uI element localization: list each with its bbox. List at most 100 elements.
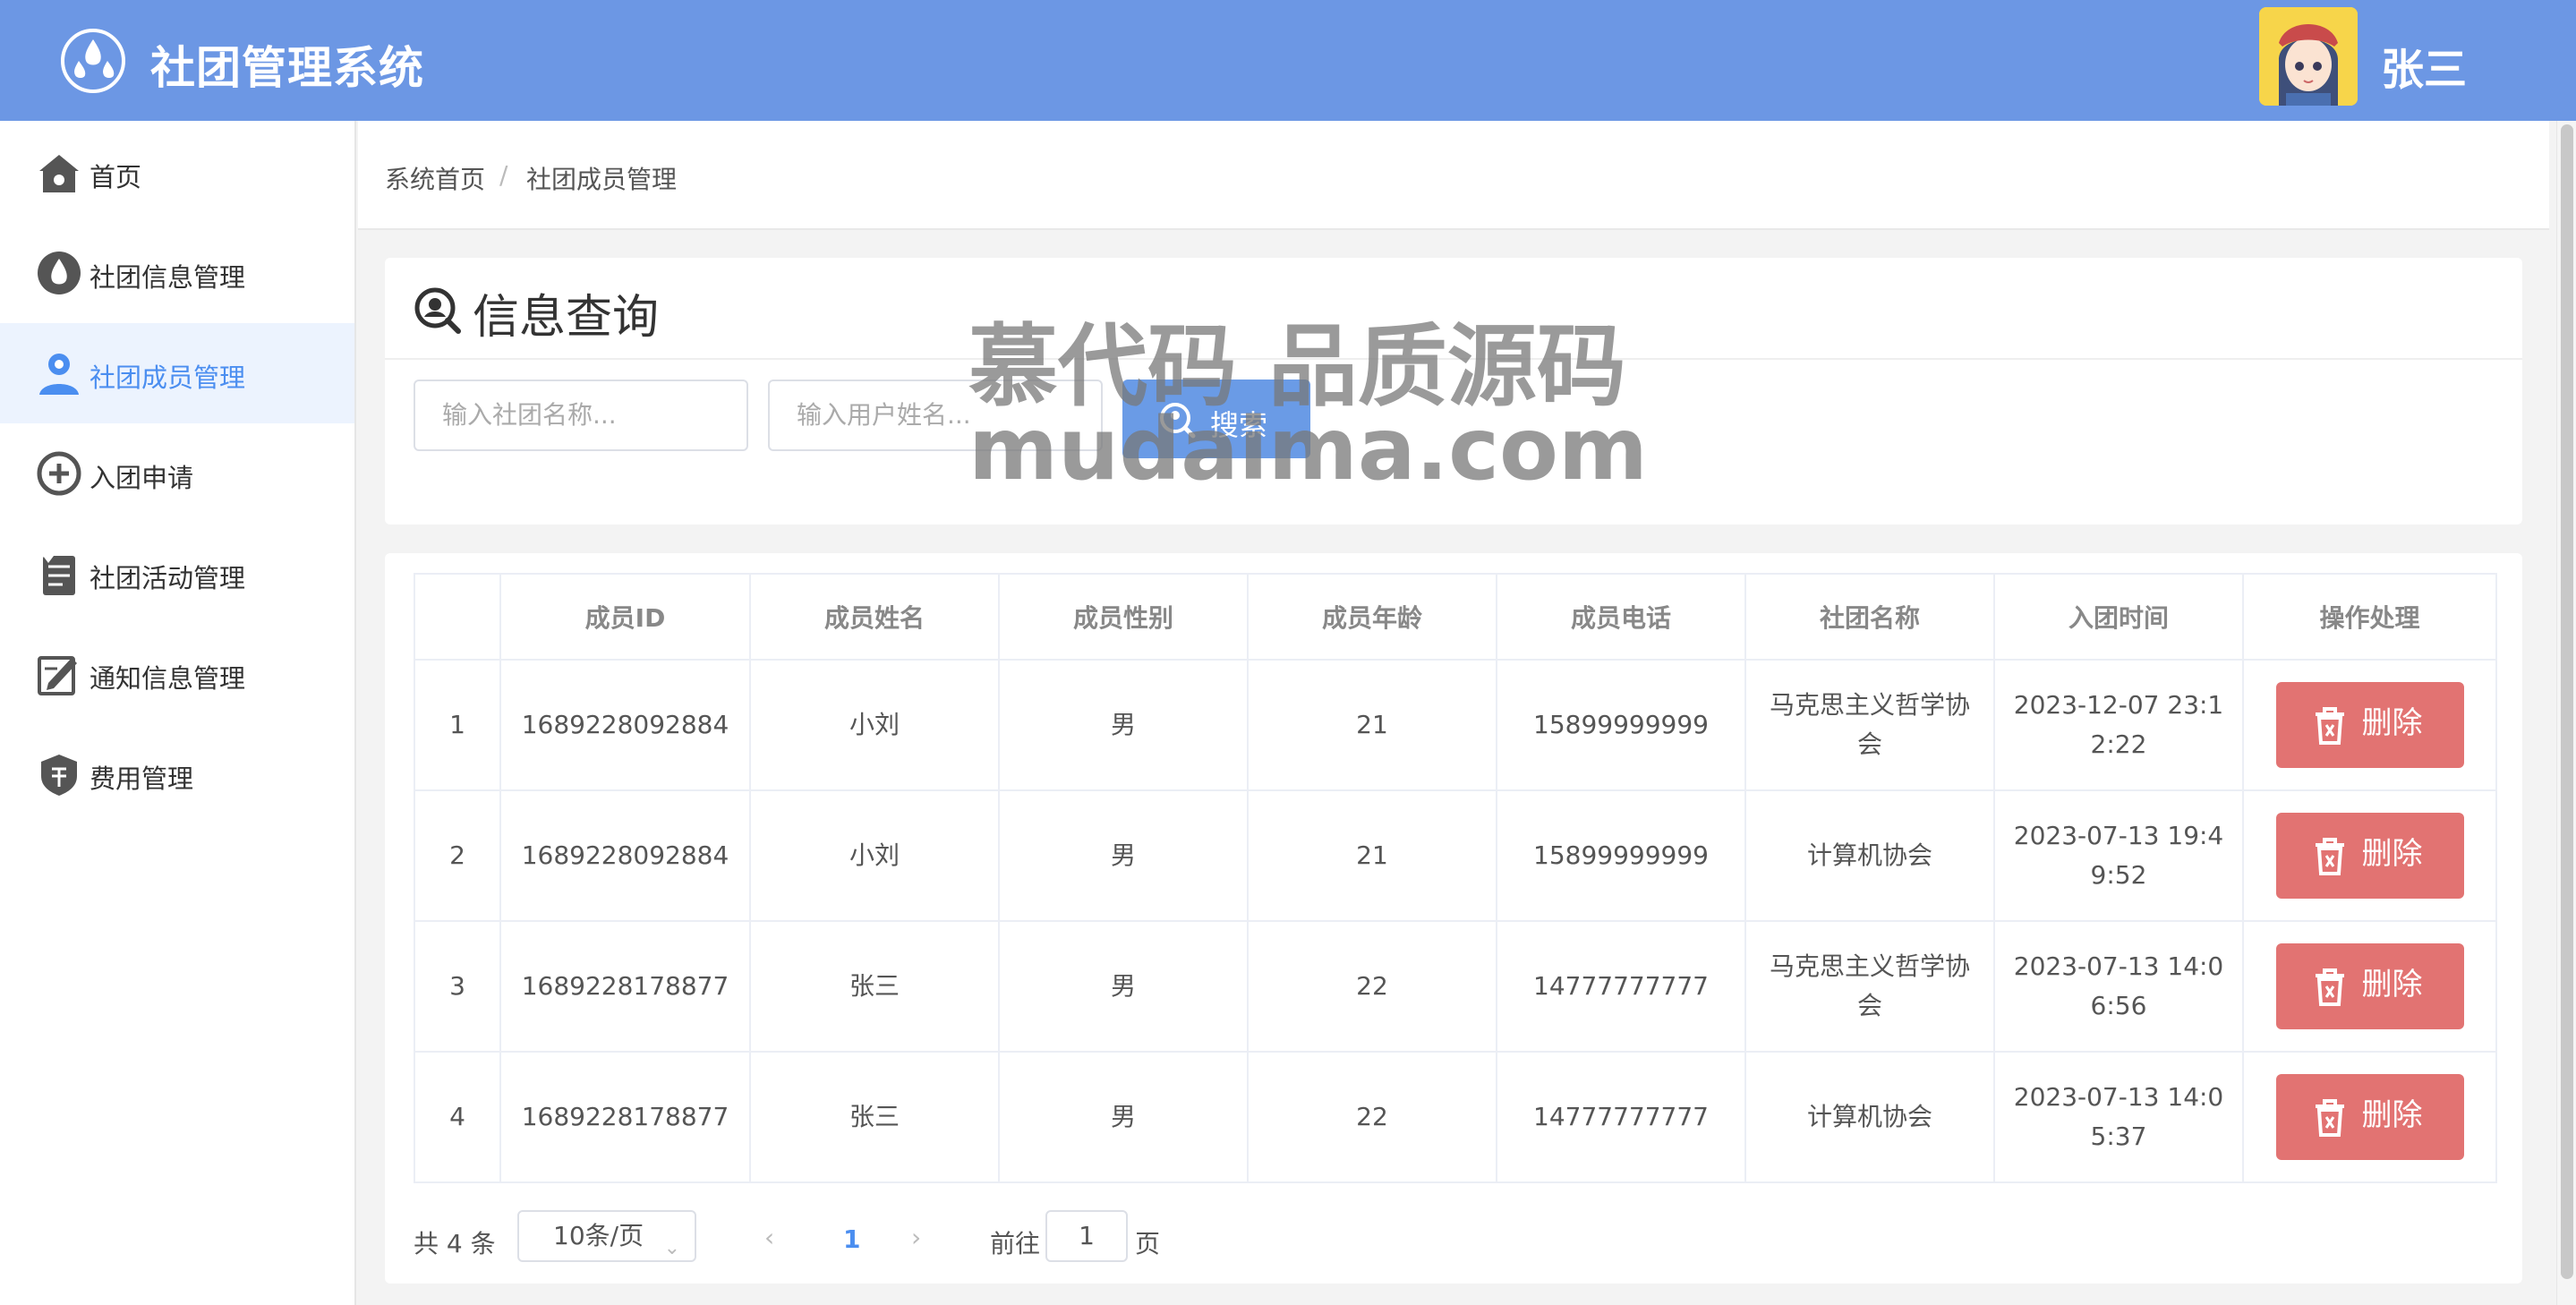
user-icon — [39, 354, 79, 395]
join-time: 2023-12-07 23:12:22 — [1993, 659, 2244, 791]
avatar[interactable] — [2259, 7, 2358, 106]
row-index: 4 — [414, 1051, 501, 1183]
chevron-down-icon: ⌄ — [663, 1237, 680, 1259]
trash-icon — [2315, 838, 2344, 875]
sidebar-item-home[interactable]: 首页 — [0, 123, 354, 223]
sidebar-item-label: 通知信息管理 — [90, 663, 246, 694]
top-header: 社团管理系统 张三 — [0, 0, 2576, 121]
column-header: 成员姓名 — [749, 573, 1000, 661]
sidebar-item-label: 社团活动管理 — [90, 563, 246, 593]
goto-page-input[interactable]: 1 — [1045, 1210, 1128, 1262]
member-name: 张三 — [749, 920, 1000, 1053]
column-header: 成员性别 — [998, 573, 1249, 661]
member-gender: 男 — [998, 920, 1249, 1053]
delete-button[interactable]: 删除 — [2275, 1074, 2464, 1160]
sidebar-item-fees[interactable]: 费用管理 — [0, 724, 354, 824]
sidebar-item-label: 入团申请 — [90, 463, 194, 493]
sidebar-item-club-activities[interactable]: 社团活动管理 — [0, 524, 354, 624]
scrollbar[interactable] — [2556, 121, 2576, 1305]
sidebar-item-club-info[interactable]: 社团信息管理 — [0, 223, 354, 323]
member-id: 1689228178877 — [499, 920, 751, 1053]
page-number-current[interactable]: 1 — [843, 1224, 860, 1254]
member-name: 小刘 — [749, 659, 1000, 791]
actions-cell: 删除 — [2242, 920, 2497, 1053]
delete-button[interactable]: 删除 — [2275, 682, 2464, 768]
clipboard-icon — [43, 556, 75, 595]
member-gender: 男 — [998, 1051, 1249, 1183]
member-age: 21 — [1247, 789, 1497, 922]
join-time-text: 2023-07-13 14:05:37 — [2013, 1082, 2224, 1151]
member-name: 张三 — [749, 1051, 1000, 1183]
column-header: 操作处理 — [2242, 573, 2497, 661]
panel-title: 信息查询 — [473, 291, 660, 345]
edit-note-icon — [38, 656, 77, 695]
app-title: 社团管理系统 — [150, 42, 424, 94]
member-phone: 14777777777 — [1496, 920, 1746, 1053]
trash-icon — [2315, 1099, 2344, 1137]
sidebar-item-notices[interactable]: 通知信息管理 — [0, 624, 354, 724]
row-index: 3 — [414, 920, 501, 1053]
member-id: 1689228092884 — [499, 659, 751, 791]
member-id: 1689228178877 — [499, 1051, 751, 1183]
member-age: 21 — [1247, 659, 1497, 791]
delete-button-label: 删除 — [2361, 967, 2423, 1002]
join-time-text: 2023-07-13 19:49:52 — [2013, 821, 2224, 890]
column-header: 入团时间 — [1993, 573, 2244, 661]
table-row: 2 1689228092884 小刘 男 21 15899999999 计算机协… — [414, 789, 2497, 922]
breadcrumb-home[interactable]: 系统首页 — [385, 160, 485, 196]
username[interactable]: 张三 — [2381, 34, 2467, 97]
prev-page-icon[interactable]: ‹ — [764, 1223, 774, 1252]
delete-button-label: 删除 — [2361, 705, 2423, 741]
search-icon — [414, 287, 461, 334]
member-age: 22 — [1247, 920, 1497, 1053]
goto-label: 前往 — [990, 1229, 1041, 1258]
page-size-select[interactable]: 10条/页 ⌄ — [517, 1210, 696, 1262]
club-name: 计算机协会 — [1744, 1051, 1995, 1183]
actions-cell: 删除 — [2242, 1051, 2497, 1183]
pagination: 共 4 条 10条/页 ⌄ ‹ 1 › 前往 1 页 — [414, 1210, 1309, 1264]
pagination-total: 共 4 条 — [414, 1229, 496, 1258]
delete-button[interactable]: 删除 — [2275, 813, 2464, 899]
column-header: 成员年龄 — [1247, 573, 1497, 661]
member-id: 1689228092884 — [499, 789, 751, 922]
sidebar-item-label: 费用管理 — [90, 763, 194, 794]
join-time: 2023-07-13 14:06:56 — [1993, 920, 2244, 1053]
actions-cell: 删除 — [2242, 789, 2497, 922]
club-name-input[interactable]: 输入社团名称... — [414, 380, 748, 451]
join-time: 2023-07-13 19:49:52 — [1993, 789, 2244, 922]
breadcrumb-separator: / — [499, 160, 508, 190]
delete-button-label: 删除 — [2361, 1097, 2423, 1133]
club-name-text: 马克思主义哲学协会 — [1769, 951, 1970, 1020]
sidebar-item-label: 社团信息管理 — [90, 262, 246, 293]
member-age: 22 — [1247, 1051, 1497, 1183]
member-gender: 男 — [998, 789, 1249, 922]
trash-icon — [2315, 707, 2344, 745]
club-name-text: 计算机协会 — [1806, 840, 1932, 870]
table-row: 3 1689228178877 张三 男 22 14777777777 马克思主… — [414, 920, 2497, 1053]
join-time-text: 2023-07-13 14:06:56 — [2013, 951, 2224, 1020]
sidebar: 首页 社团信息管理 社团成员管理 入团申请 社团活动管理 通知信息管理 费用管理 — [0, 121, 356, 1305]
member-phone: 14777777777 — [1496, 1051, 1746, 1183]
column-header: 成员ID — [499, 573, 751, 661]
page-size-value: 10条/页 — [553, 1221, 644, 1250]
scrollbar-thumb[interactable] — [2561, 124, 2573, 1279]
app-logo-icon — [61, 29, 125, 93]
delete-button[interactable]: 删除 — [2275, 943, 2464, 1029]
club-name-text: 计算机协会 — [1806, 1102, 1932, 1131]
sidebar-item-club-members[interactable]: 社团成员管理 — [0, 323, 354, 423]
column-header: 社团名称 — [1744, 573, 1995, 661]
sidebar-item-label: 社团成员管理 — [90, 362, 246, 393]
home-icon — [39, 155, 79, 192]
join-time-text: 2023-12-07 23:12:22 — [2013, 690, 2224, 759]
breadcrumb-current: 社团成员管理 — [526, 165, 678, 194]
table-row: 4 1689228178877 张三 男 22 14777777777 计算机协… — [414, 1051, 2497, 1183]
next-page-icon[interactable]: › — [911, 1223, 921, 1252]
row-index: 1 — [414, 659, 501, 791]
member-gender: 男 — [998, 659, 1249, 791]
sidebar-item-join-request[interactable]: 入团申请 — [0, 423, 354, 524]
avatar-image-icon — [2259, 7, 2358, 106]
goto-unit-label: 页 — [1135, 1229, 1161, 1258]
table-panel: 成员ID 成员姓名 成员性别 成员年龄 成员电话 社团名称 入团时间 操作处理 … — [385, 553, 2522, 1284]
table-header-row: 成员ID 成员姓名 成员性别 成员年龄 成员电话 社团名称 入团时间 操作处理 — [414, 573, 2497, 661]
breadcrumb: 系统首页 / 社团成员管理 — [358, 121, 2549, 230]
